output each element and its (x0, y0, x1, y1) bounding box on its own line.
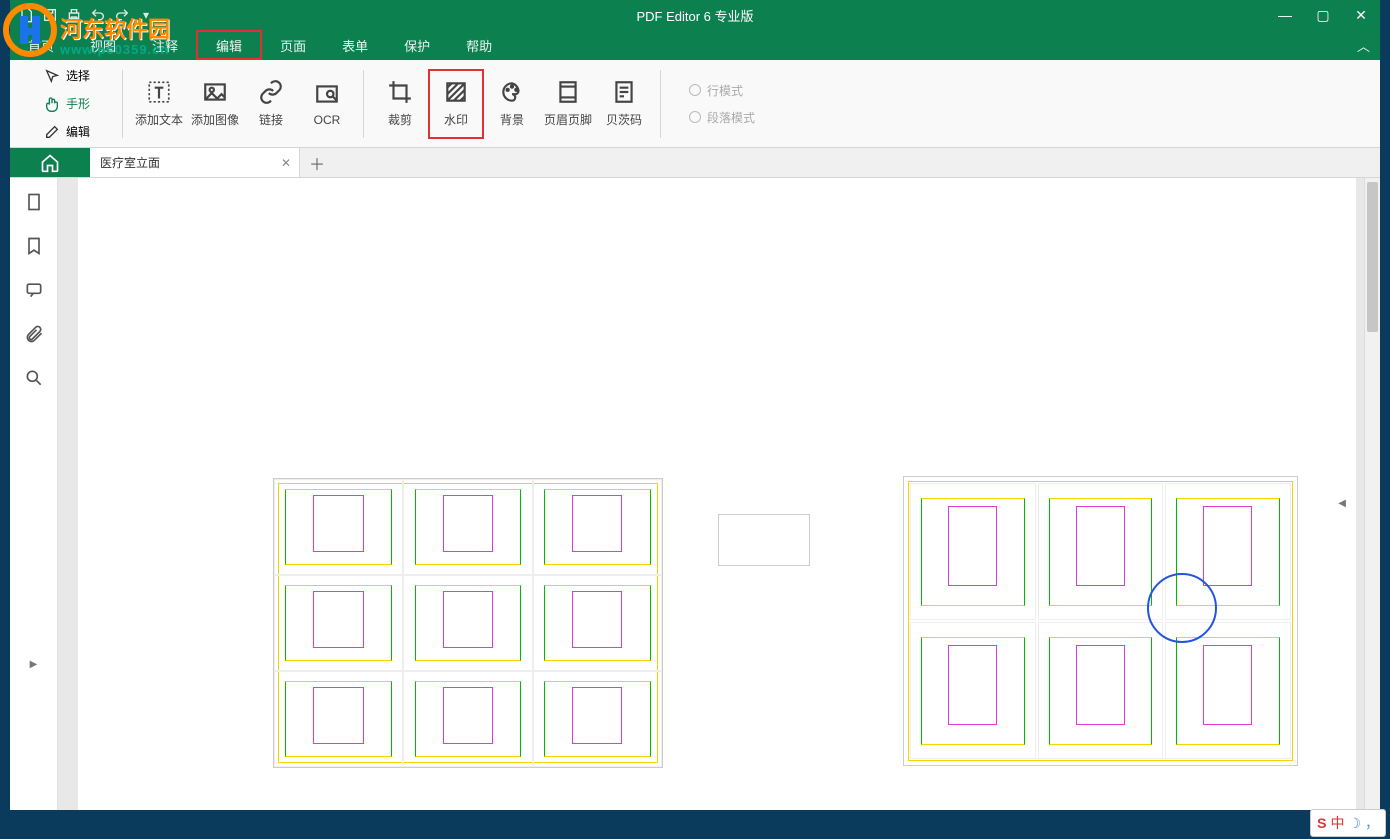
left-panel-rail: ▶ (10, 178, 58, 810)
ime-moon-icon: ☽ (1348, 815, 1361, 832)
close-tab-icon[interactable]: ✕ (281, 156, 291, 170)
menu-edit[interactable]: 编辑 (196, 30, 262, 60)
menu-help[interactable]: 帮助 (448, 30, 510, 60)
mode-line-label: 行模式 (707, 82, 743, 99)
separator (122, 70, 123, 138)
tool-edit[interactable]: 编辑 (38, 119, 96, 145)
btn-link[interactable]: 链接 (243, 69, 299, 139)
menu-page[interactable]: 页面 (262, 30, 324, 60)
document-tab[interactable]: 医疗室立面 ✕ (90, 148, 300, 177)
btn-crop[interactable]: 裁剪 (372, 69, 428, 139)
btn-bates[interactable]: 贝茨码 (596, 69, 652, 139)
btn-add-image-label: 添加图像 (191, 111, 239, 128)
ribbon: 选择 手形 编辑 添加文本 添加图像 链接 OCR (10, 60, 1380, 148)
thumbnails-icon[interactable] (24, 192, 44, 212)
app-window: ▾ PDF Editor 6 专业版 — ▢ ✕ 首页 视图 注释 编辑 页面 … (10, 0, 1380, 810)
app-title: PDF Editor 6 专业版 (636, 6, 753, 25)
btn-background-label: 背景 (500, 111, 524, 128)
menubar: 首页 视图 注释 编辑 页面 表单 保护 帮助 ︿ (10, 30, 1380, 60)
titlebar: ▾ PDF Editor 6 专业版 — ▢ ✕ (10, 0, 1380, 30)
ime-logo-icon: S (1317, 815, 1326, 831)
btn-bates-label: 贝茨码 (606, 111, 642, 128)
tool-hand[interactable]: 手形 (38, 91, 96, 117)
pdf-page-2[interactable] (718, 514, 810, 566)
edit-mode-group: 行模式 段落模式 (689, 82, 755, 126)
detail-callout-circle (1147, 573, 1217, 643)
search-icon[interactable] (24, 368, 44, 388)
collapse-ribbon-icon[interactable]: ︿ (1357, 36, 1370, 55)
btn-crop-label: 裁剪 (388, 111, 412, 128)
menu-form[interactable]: 表单 (324, 30, 386, 60)
separator (660, 70, 661, 138)
pdf-page-3[interactable] (903, 476, 1298, 766)
btn-header-footer-label: 页眉页脚 (544, 111, 592, 128)
menu-protect[interactable]: 保护 (386, 30, 448, 60)
document-tab-label: 医疗室立面 (100, 154, 160, 171)
site-url-text: www.pc0359.cn (60, 42, 169, 57)
home-tab[interactable] (10, 148, 90, 177)
cursor-tools: 选择 手形 编辑 (38, 63, 96, 145)
mode-paragraph[interactable]: 段落模式 (689, 109, 755, 126)
maximize-button[interactable]: ▢ (1304, 0, 1342, 30)
site-logo-icon (0, 0, 60, 60)
bookmarks-icon[interactable] (24, 236, 44, 256)
ime-lang-label: 中 (1330, 813, 1344, 833)
minimize-button[interactable]: — (1266, 0, 1304, 30)
scrollbar-thumb[interactable] (1367, 182, 1378, 332)
document-canvas[interactable]: ◀ (58, 178, 1364, 810)
ime-tray[interactable]: S 中 ☽ ， (1310, 809, 1386, 837)
btn-add-image[interactable]: 添加图像 (187, 69, 243, 139)
expand-right-panel-icon[interactable]: ◀ (1338, 498, 1346, 509)
tool-select-label: 选择 (66, 67, 90, 84)
radio-icon (689, 111, 701, 123)
vertical-scrollbar[interactable] (1364, 178, 1380, 810)
btn-link-label: 链接 (259, 111, 283, 128)
separator (363, 70, 364, 138)
attachments-icon[interactable] (24, 324, 44, 344)
tool-hand-label: 手形 (66, 95, 90, 112)
btn-ocr-label: OCR (314, 113, 341, 127)
close-button[interactable]: ✕ (1342, 0, 1380, 30)
btn-watermark-label: 水印 (444, 111, 468, 128)
btn-background[interactable]: 背景 (484, 69, 540, 139)
radio-icon (689, 84, 701, 96)
mode-line[interactable]: 行模式 (689, 82, 755, 99)
tool-select[interactable]: 选择 (38, 63, 96, 89)
new-tab-button[interactable]: ＋ (300, 148, 334, 177)
btn-add-text[interactable]: 添加文本 (131, 69, 187, 139)
ime-comma-icon: ， (1365, 813, 1379, 833)
page-surface (78, 178, 1356, 810)
main-area: ▶ (10, 178, 1380, 810)
expand-left-panel-icon[interactable]: ▶ (30, 659, 38, 670)
comments-icon[interactable] (24, 280, 44, 300)
btn-add-text-label: 添加文本 (135, 111, 183, 128)
pdf-page-1[interactable] (273, 478, 663, 768)
tool-edit-label: 编辑 (66, 123, 90, 140)
btn-watermark[interactable]: 水印 (428, 69, 484, 139)
mode-paragraph-label: 段落模式 (707, 109, 755, 126)
site-brand-text: 河东软件园 (60, 12, 170, 44)
btn-header-footer[interactable]: 页眉页脚 (540, 69, 596, 139)
document-tabstrip: 医疗室立面 ✕ ＋ (10, 148, 1380, 178)
btn-ocr[interactable]: OCR (299, 69, 355, 139)
